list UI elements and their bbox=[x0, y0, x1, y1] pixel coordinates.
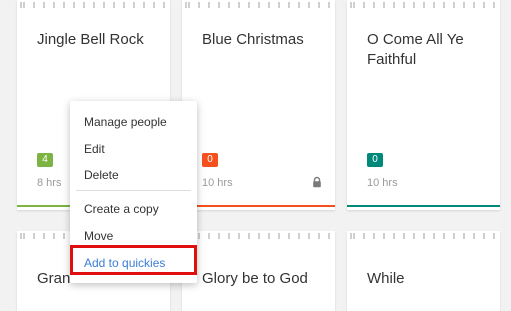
highlight-box bbox=[70, 245, 197, 275]
card-hours: 10 hrs bbox=[202, 177, 233, 189]
card-hours: 10 hrs bbox=[367, 177, 398, 189]
card-title: Jingle Bell Rock bbox=[37, 30, 170, 50]
menu-item-manage-people[interactable]: Manage people bbox=[84, 114, 167, 130]
status-badge: 4 bbox=[37, 153, 53, 167]
menu-divider bbox=[76, 190, 191, 191]
card-context-menu: Manage people Edit Delete Create a copy … bbox=[70, 101, 197, 283]
card-ticks bbox=[182, 233, 335, 239]
status-badge: 0 bbox=[202, 153, 218, 167]
menu-item-create-copy[interactable]: Create a copy bbox=[84, 201, 159, 217]
card-title: Blue Christmas bbox=[202, 30, 335, 50]
card-o-come-all-ye-faithful[interactable]: O Come All Ye Faithful 0 10 hrs bbox=[347, 0, 500, 210]
card-ticks bbox=[182, 2, 335, 8]
menu-item-edit[interactable]: Edit bbox=[84, 141, 105, 157]
card-while[interactable]: While bbox=[347, 231, 500, 311]
card-color-bar bbox=[347, 205, 500, 207]
card-title: O Come All Ye Faithful bbox=[367, 30, 500, 70]
menu-item-delete[interactable]: Delete bbox=[84, 167, 119, 183]
card-glory-be-to-god[interactable]: Glory be to God bbox=[182, 231, 335, 311]
card-ticks bbox=[347, 233, 500, 239]
card-color-bar bbox=[182, 205, 335, 207]
menu-item-move[interactable]: Move bbox=[84, 228, 113, 244]
card-hours: 8 hrs bbox=[37, 177, 61, 189]
lock-icon bbox=[311, 176, 323, 188]
card-ticks bbox=[347, 2, 500, 8]
status-badge: 0 bbox=[367, 153, 383, 167]
card-blue-christmas[interactable]: Blue Christmas 0 10 hrs bbox=[182, 0, 335, 210]
card-title: While bbox=[367, 269, 500, 289]
card-ticks bbox=[17, 2, 170, 8]
card-title: Glory be to God bbox=[202, 269, 335, 289]
